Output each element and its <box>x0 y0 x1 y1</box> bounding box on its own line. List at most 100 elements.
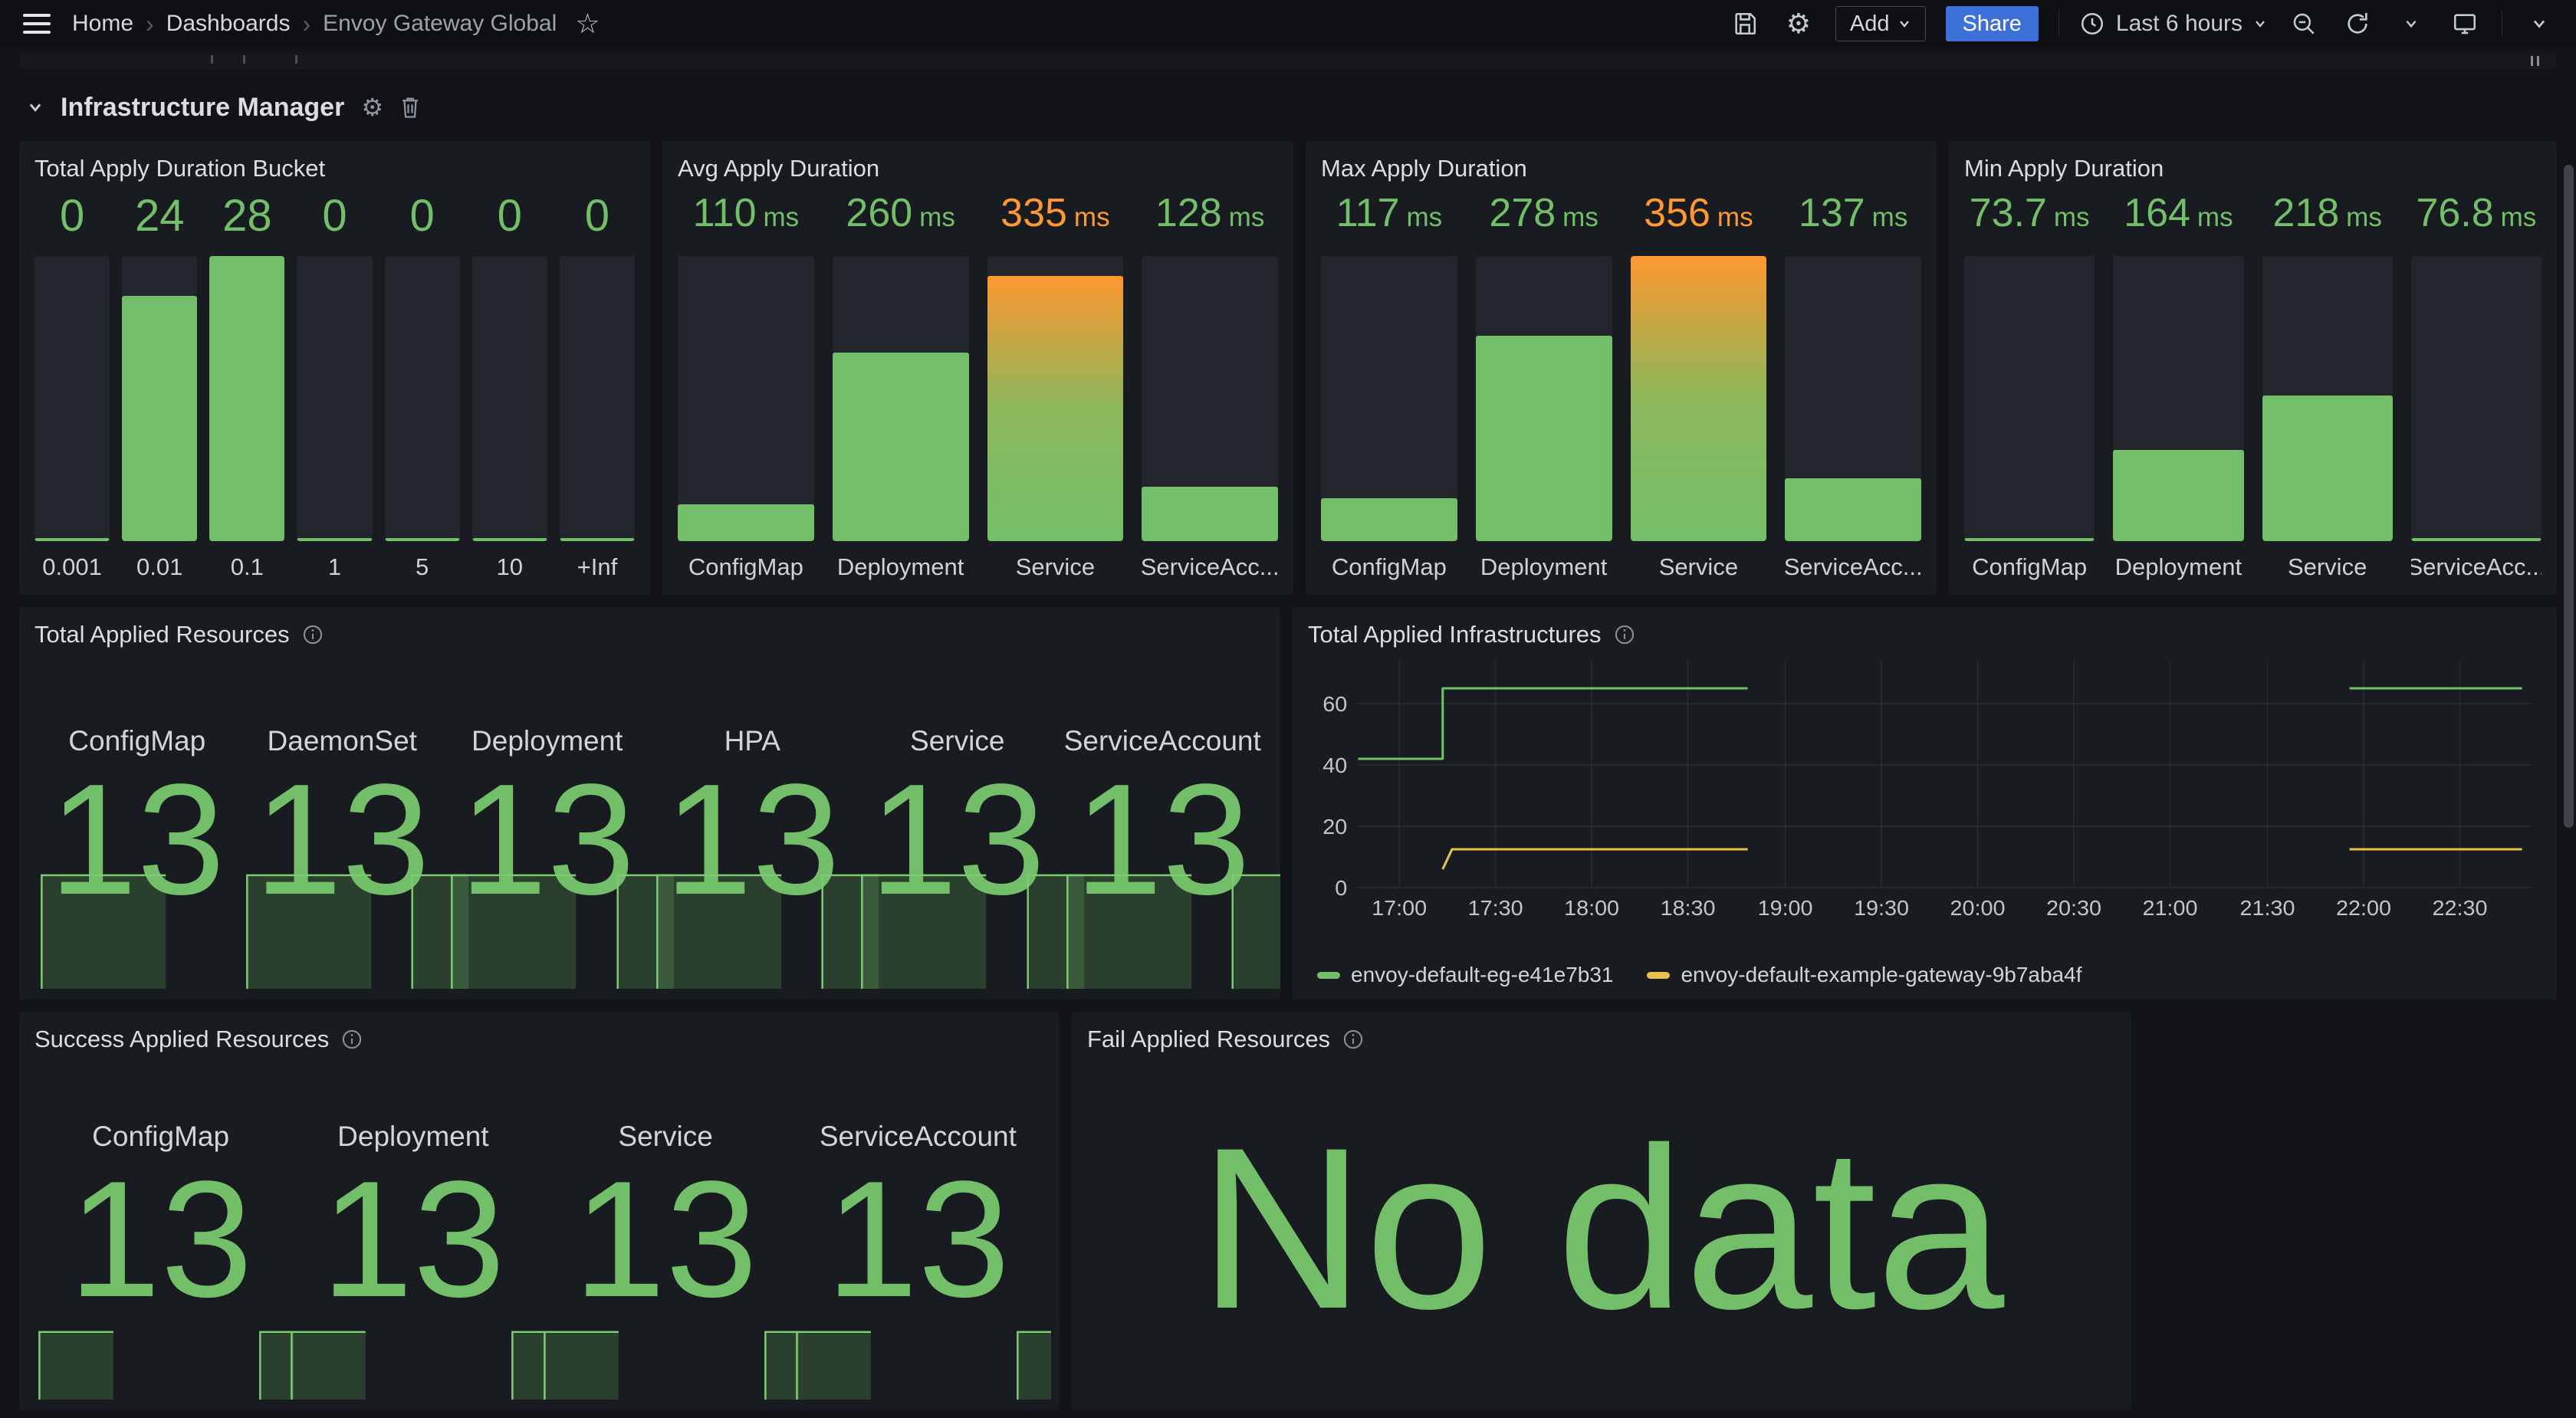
bar-gauge-label: ServiceAcc... <box>2411 541 2542 584</box>
panel-fail-applied-resources: Fail Applied Resources No data <box>1072 1012 2131 1410</box>
row-settings-button[interactable]: ⚙ <box>361 93 383 122</box>
bar-gauge-number: 137 <box>1799 190 1865 236</box>
top-navigation: Home › Dashboards › Envoy Gateway Global… <box>0 0 2576 48</box>
favorite-star-icon[interactable]: ☆ <box>575 8 600 40</box>
bar-gauge-value: 164ms <box>2113 190 2243 256</box>
dashboard-settings-button[interactable]: ⚙ <box>1782 7 1815 41</box>
no-data-message: No data <box>1199 1095 2005 1361</box>
collapse-row-button[interactable] <box>27 99 44 116</box>
save-dashboard-button[interactable] <box>1728 7 1762 41</box>
breadcrumb-home[interactable]: Home <box>72 11 133 37</box>
trash-icon <box>400 96 420 119</box>
bar-gauge-number: 218 <box>2272 190 2339 236</box>
panel-title[interactable]: Max Apply Duration <box>1321 155 1527 182</box>
panel-info-button[interactable] <box>1614 624 1635 645</box>
bar-gauge-value: 0 <box>472 190 547 256</box>
bar-gauge-unit: ms <box>2197 202 2233 233</box>
share-button[interactable]: Share <box>1946 6 2039 41</box>
svg-text:22:30: 22:30 <box>2432 896 2487 920</box>
bar-gauge-number: 260 <box>846 190 912 236</box>
bar-gauge-track <box>2113 256 2243 541</box>
svg-text:19:30: 19:30 <box>1854 896 1909 920</box>
bar-gauge-fill <box>678 504 814 541</box>
svg-text:21:00: 21:00 <box>2143 896 2198 920</box>
bar-gauge-value: 0 <box>34 190 110 256</box>
stat-value: 13 <box>49 759 225 920</box>
info-icon <box>1614 624 1635 645</box>
stat-cell-daemonset: DaemonSet13 <box>240 652 445 989</box>
bar-gauge-cell: 280.1 <box>209 190 284 584</box>
row-delete-button[interactable] <box>400 96 420 119</box>
bar-gauge-label: 0.01 <box>122 541 197 584</box>
bar-gauge-fill <box>122 296 197 541</box>
chevron-right-icon: › <box>146 10 154 38</box>
bar-gauge-track <box>122 256 197 541</box>
svg-text:19:00: 19:00 <box>1758 896 1813 920</box>
tv-mode-button[interactable] <box>2448 7 2482 41</box>
panel-title[interactable]: Fail Applied Resources <box>1087 1026 1330 1053</box>
bar-gauge-track <box>1964 256 2095 541</box>
bar-gauge-fill <box>2411 538 2542 541</box>
legend-item-eg[interactable]: envoy-default-eg-e41e7b31 <box>1317 963 1613 987</box>
bar-gauge-fill <box>1631 256 1767 541</box>
panel-title[interactable]: Total Applied Resources <box>34 621 290 648</box>
panel-title[interactable]: Total Applied Infrastructures <box>1308 621 1602 648</box>
panel-title[interactable]: Avg Apply Duration <box>678 155 879 182</box>
panel-info-button[interactable] <box>341 1029 363 1050</box>
legend-item-example-gateway[interactable]: envoy-default-example-gateway-9b7aba4f <box>1647 963 2082 987</box>
bar-gauge-track <box>385 256 460 541</box>
stat-cell-configmap: ConfigMap13 <box>34 1056 287 1400</box>
bar-gauge-label: ConfigMap <box>1964 541 2095 584</box>
bar-gauge-fill <box>209 256 284 541</box>
panel-total-apply-duration-bucket: Total Apply Duration Bucket 00.001240.01… <box>19 141 650 595</box>
breadcrumb: Home › Dashboards › Envoy Gateway Global <box>72 10 557 38</box>
time-range-picker[interactable]: Last 6 hours <box>2079 11 2267 37</box>
panel-info-button[interactable] <box>1342 1029 1364 1050</box>
bar-gauge-number: 0 <box>322 190 347 241</box>
zoom-out-time-button[interactable] <box>2287 7 2321 41</box>
panel-title[interactable]: Total Apply Duration Bucket <box>34 155 325 182</box>
breadcrumb-dashboards[interactable]: Dashboards <box>166 11 291 37</box>
bar-gauge-track <box>2411 256 2542 541</box>
bar-gauge-fill <box>987 276 1124 541</box>
svg-text:21:30: 21:30 <box>2240 896 2295 920</box>
panel-title[interactable]: Min Apply Duration <box>1964 155 2164 182</box>
legend-swatch-green <box>1317 972 1340 979</box>
bar-gauge-track <box>987 256 1124 541</box>
row-title[interactable]: Infrastructure Manager <box>61 93 344 123</box>
legend-swatch-yellow <box>1647 972 1670 979</box>
bar-gauge-group: 00.001240.01280.101050100+Inf <box>34 185 635 584</box>
panel-info-button[interactable] <box>302 624 324 645</box>
vertical-scrollbar-thumb[interactable] <box>2564 165 2574 828</box>
menu-toggle-button[interactable] <box>20 7 54 41</box>
refresh-button[interactable] <box>2341 7 2374 41</box>
nav-more-dropdown[interactable] <box>2522 7 2556 41</box>
add-button[interactable]: Add <box>1835 6 1926 41</box>
bar-gauge-label: 1 <box>297 541 372 584</box>
bar-gauge-number: 73.7 <box>1970 190 2047 236</box>
bar-gauge-cell: 00.001 <box>34 190 110 584</box>
bar-gauge-fill <box>2262 396 2393 541</box>
bar-gauge-fill <box>560 538 635 541</box>
bar-gauge-label: 10 <box>472 541 547 584</box>
bar-gauge-value: 73.7ms <box>1964 190 2095 256</box>
bar-gauge-number: 356 <box>1644 190 1710 236</box>
panel-title[interactable]: Success Applied Resources <box>34 1026 329 1053</box>
timeseries-chart: 020406017:0017:3018:0018:3019:0019:3020:… <box>1313 658 2537 920</box>
refresh-interval-dropdown[interactable] <box>2394 7 2428 41</box>
bar-gauge-group: 117msConfigMap278msDeployment356msServic… <box>1321 185 1921 584</box>
bar-gauge-label: Service <box>987 541 1124 584</box>
legend-label: envoy-default-example-gateway-9b7aba4f <box>1681 963 2082 987</box>
bar-gauge-fill <box>1476 336 1612 541</box>
clock-icon <box>2079 11 2105 37</box>
bar-gauge-label: Deployment <box>833 541 969 584</box>
bar-gauge-cell: 73.7ms ConfigMap <box>1964 190 2095 584</box>
panel-min-apply-duration: Min Apply Duration 73.7msConfigMap164msD… <box>1949 141 2557 595</box>
svg-text:18:00: 18:00 <box>1564 896 1619 920</box>
gear-icon: ⚙ <box>361 93 383 122</box>
stat-cell-deployment: Deployment13 <box>287 1056 539 1400</box>
panel-max-apply-duration: Max Apply Duration 117msConfigMap278msDe… <box>1306 141 1937 595</box>
panel-total-applied-resources: Total Applied Resources ConfigMap13Daemo… <box>19 607 1280 999</box>
stat-cell-hpa: HPA13 <box>650 652 856 989</box>
stat-cell-deployment: Deployment13 <box>445 652 650 989</box>
